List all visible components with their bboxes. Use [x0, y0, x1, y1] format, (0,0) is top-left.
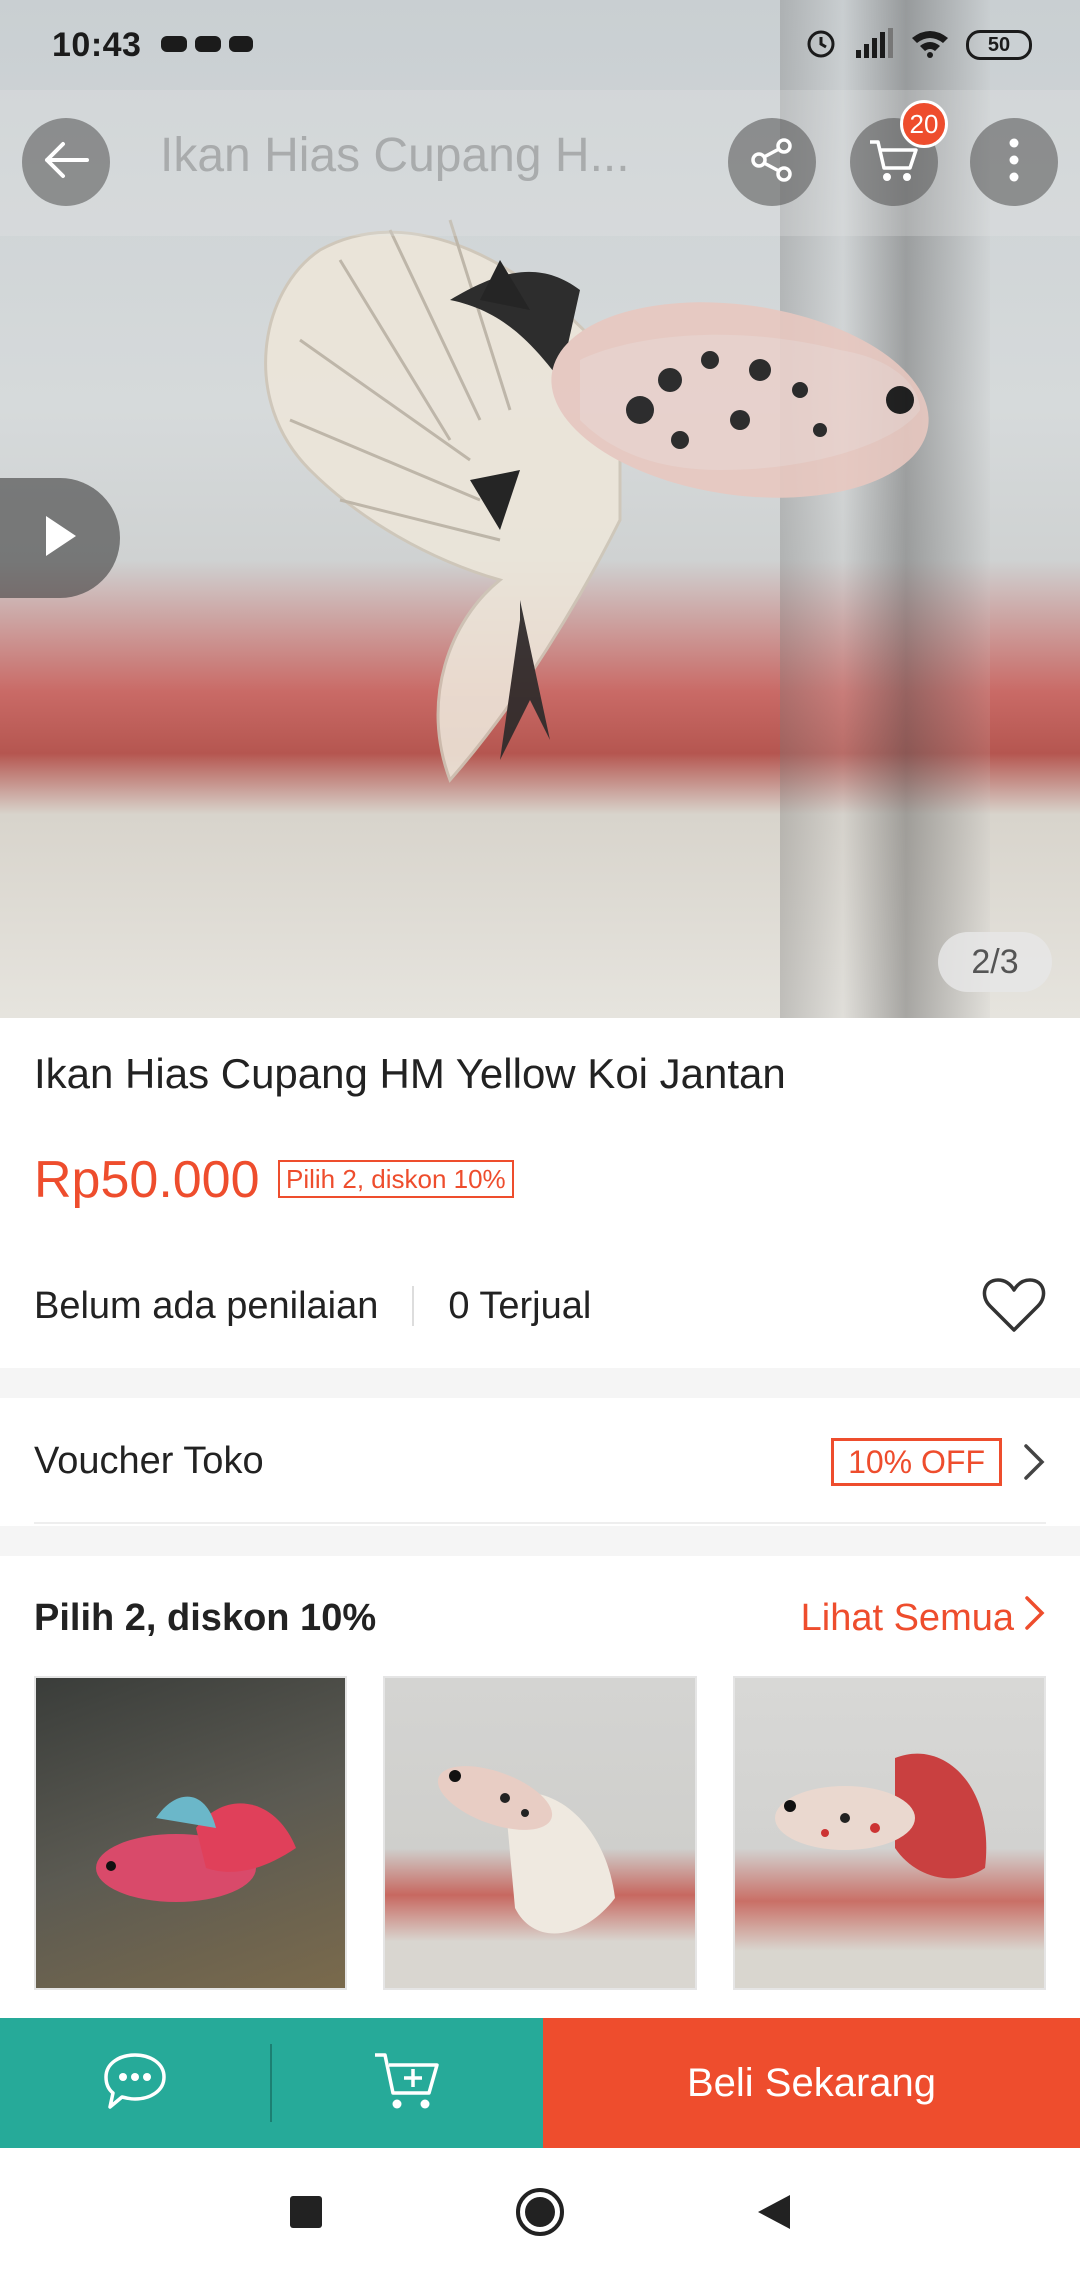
bundle-title: Pilih 2, diskon 10%: [34, 1596, 377, 1639]
product-title: Ikan Hias Cupang HM Yellow Koi Jantan: [34, 1050, 786, 1097]
chevron-right-icon: [1024, 1595, 1046, 1641]
buy-now-button[interactable]: Beli Sekarang: [543, 2018, 1080, 2148]
more-options-button[interactable]: [970, 118, 1058, 206]
top-nav-bar: Ikan Hias Cupang H... 20: [0, 90, 1080, 236]
rating-row: Belum ada penilaian 0 Terjual: [34, 1278, 1046, 1334]
voucher-badge: 10% OFF: [831, 1438, 1002, 1486]
more-vertical-icon: [1008, 137, 1020, 188]
sold-count: 0 Terjual: [448, 1284, 592, 1327]
share-button[interactable]: [728, 118, 816, 206]
nav-title: Ikan Hias Cupang H...: [160, 129, 630, 182]
bundle-product-list: [34, 1676, 1046, 1990]
product-page: 10:43 50 Ikan Hias Cupang H... 20 2/3 Ik…: [0, 0, 1080, 2280]
see-all-link[interactable]: Lihat Semua: [801, 1595, 1046, 1641]
recent-apps-icon[interactable]: [288, 2194, 324, 2235]
status-bar: 10:43 50: [0, 0, 1080, 90]
secondary-actions: [0, 2018, 543, 2148]
bottom-action-bar: Beli Sekarang: [0, 2018, 1080, 2148]
wifi-icon: [910, 28, 950, 63]
voucher-label: Voucher Toko: [34, 1439, 264, 1482]
back-triangle-icon[interactable]: [756, 2193, 792, 2236]
bundle-product-thumbnail[interactable]: [383, 1676, 697, 1990]
fish-thumbnail-image: [438, 1766, 616, 1934]
back-button[interactable]: [22, 118, 110, 206]
product-price: Rp50.000: [34, 1151, 260, 1209]
section-divider: [0, 1526, 1080, 1556]
image-counter: 2/3: [938, 932, 1052, 992]
fish-thumbnail-image: [96, 1796, 296, 1902]
chat-button[interactable]: [0, 2018, 270, 2148]
cart-count-badge: 20: [900, 100, 948, 148]
section-divider: [0, 1368, 1080, 1398]
bundle-header: Pilih 2, diskon 10% Lihat Semua: [34, 1590, 1046, 1646]
alarm-icon: [804, 26, 838, 65]
voucher-row[interactable]: Voucher Toko 10% OFF: [34, 1400, 1046, 1524]
system-navigation-bar: [0, 2148, 1080, 2280]
play-icon: [42, 514, 78, 563]
promo-tag: Pilih 2, diskon 10%: [278, 1160, 514, 1198]
back-arrow-icon: [41, 140, 91, 185]
bundle-product-thumbnail[interactable]: [732, 1676, 1046, 1990]
cart-button[interactable]: 20: [850, 100, 948, 206]
share-icon: [749, 137, 795, 188]
favorite-button[interactable]: [982, 1276, 1046, 1344]
add-to-cart-icon: [373, 2049, 441, 2118]
bundle-product-thumbnail[interactable]: [34, 1676, 348, 1990]
see-all-label: Lihat Semua: [800, 1596, 1014, 1639]
chat-icon: [100, 2051, 170, 2116]
add-to-cart-button[interactable]: [272, 2018, 542, 2148]
battery-indicator: 50: [966, 30, 1032, 60]
divider: [412, 1286, 415, 1326]
fish-thumbnail-image: [774, 1753, 986, 1879]
home-icon[interactable]: [514, 2186, 566, 2243]
signal-icon: [854, 27, 894, 63]
game-controller-icon: [159, 28, 255, 63]
status-time: 10:43: [52, 25, 142, 64]
chevron-right-icon: [1022, 1442, 1046, 1492]
heart-icon: [982, 1278, 1046, 1343]
play-video-button[interactable]: [0, 478, 120, 598]
betta-fish-illustration: [264, 219, 929, 783]
rating-text: Belum ada penilaian: [34, 1284, 379, 1327]
